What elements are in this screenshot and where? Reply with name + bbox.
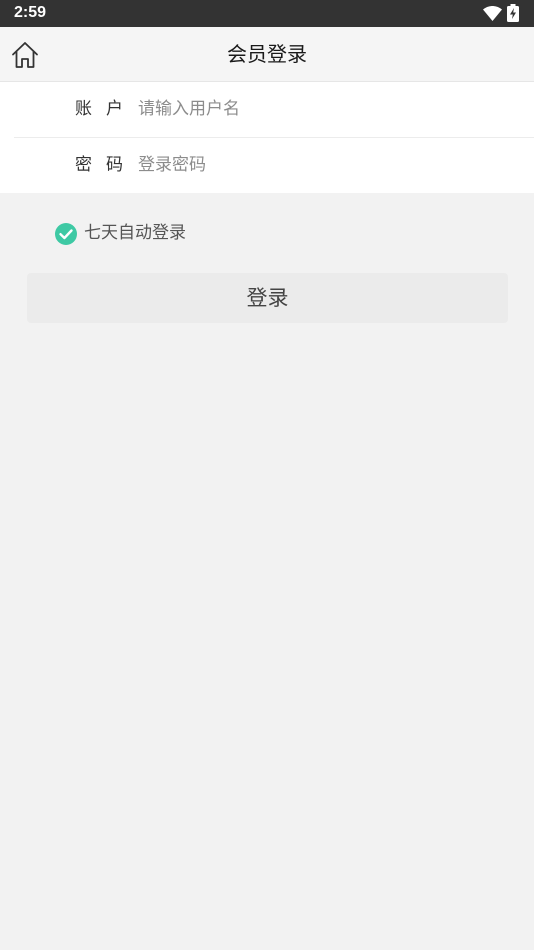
status-time: 2:59 <box>14 4 47 21</box>
password-input[interactable] <box>138 150 518 180</box>
login-form: 账户 密码 <box>0 82 534 193</box>
status-bar: 2:59 <box>0 0 534 27</box>
wifi-icon <box>483 6 502 21</box>
remember-label: 七天自动登录 <box>84 223 186 243</box>
password-label: 密码 <box>75 138 123 193</box>
password-label-char-2: 码 <box>106 155 123 175</box>
password-label-char-1: 密 <box>75 155 92 175</box>
battery-charging-icon <box>507 4 519 22</box>
account-row: 账户 <box>0 82 534 138</box>
password-row: 密码 <box>0 138 534 193</box>
account-label: 账户 <box>75 82 123 137</box>
home-button[interactable] <box>10 40 44 72</box>
header-bar: 会员登录 <box>0 27 534 82</box>
home-icon <box>12 42 38 68</box>
page-title: 会员登录 <box>227 42 307 66</box>
login-button[interactable]: 登录 <box>27 273 508 323</box>
account-label-char-2: 户 <box>106 99 123 119</box>
account-input[interactable] <box>138 94 518 124</box>
account-label-char-1: 账 <box>75 99 92 119</box>
check-circle-icon <box>55 223 77 245</box>
